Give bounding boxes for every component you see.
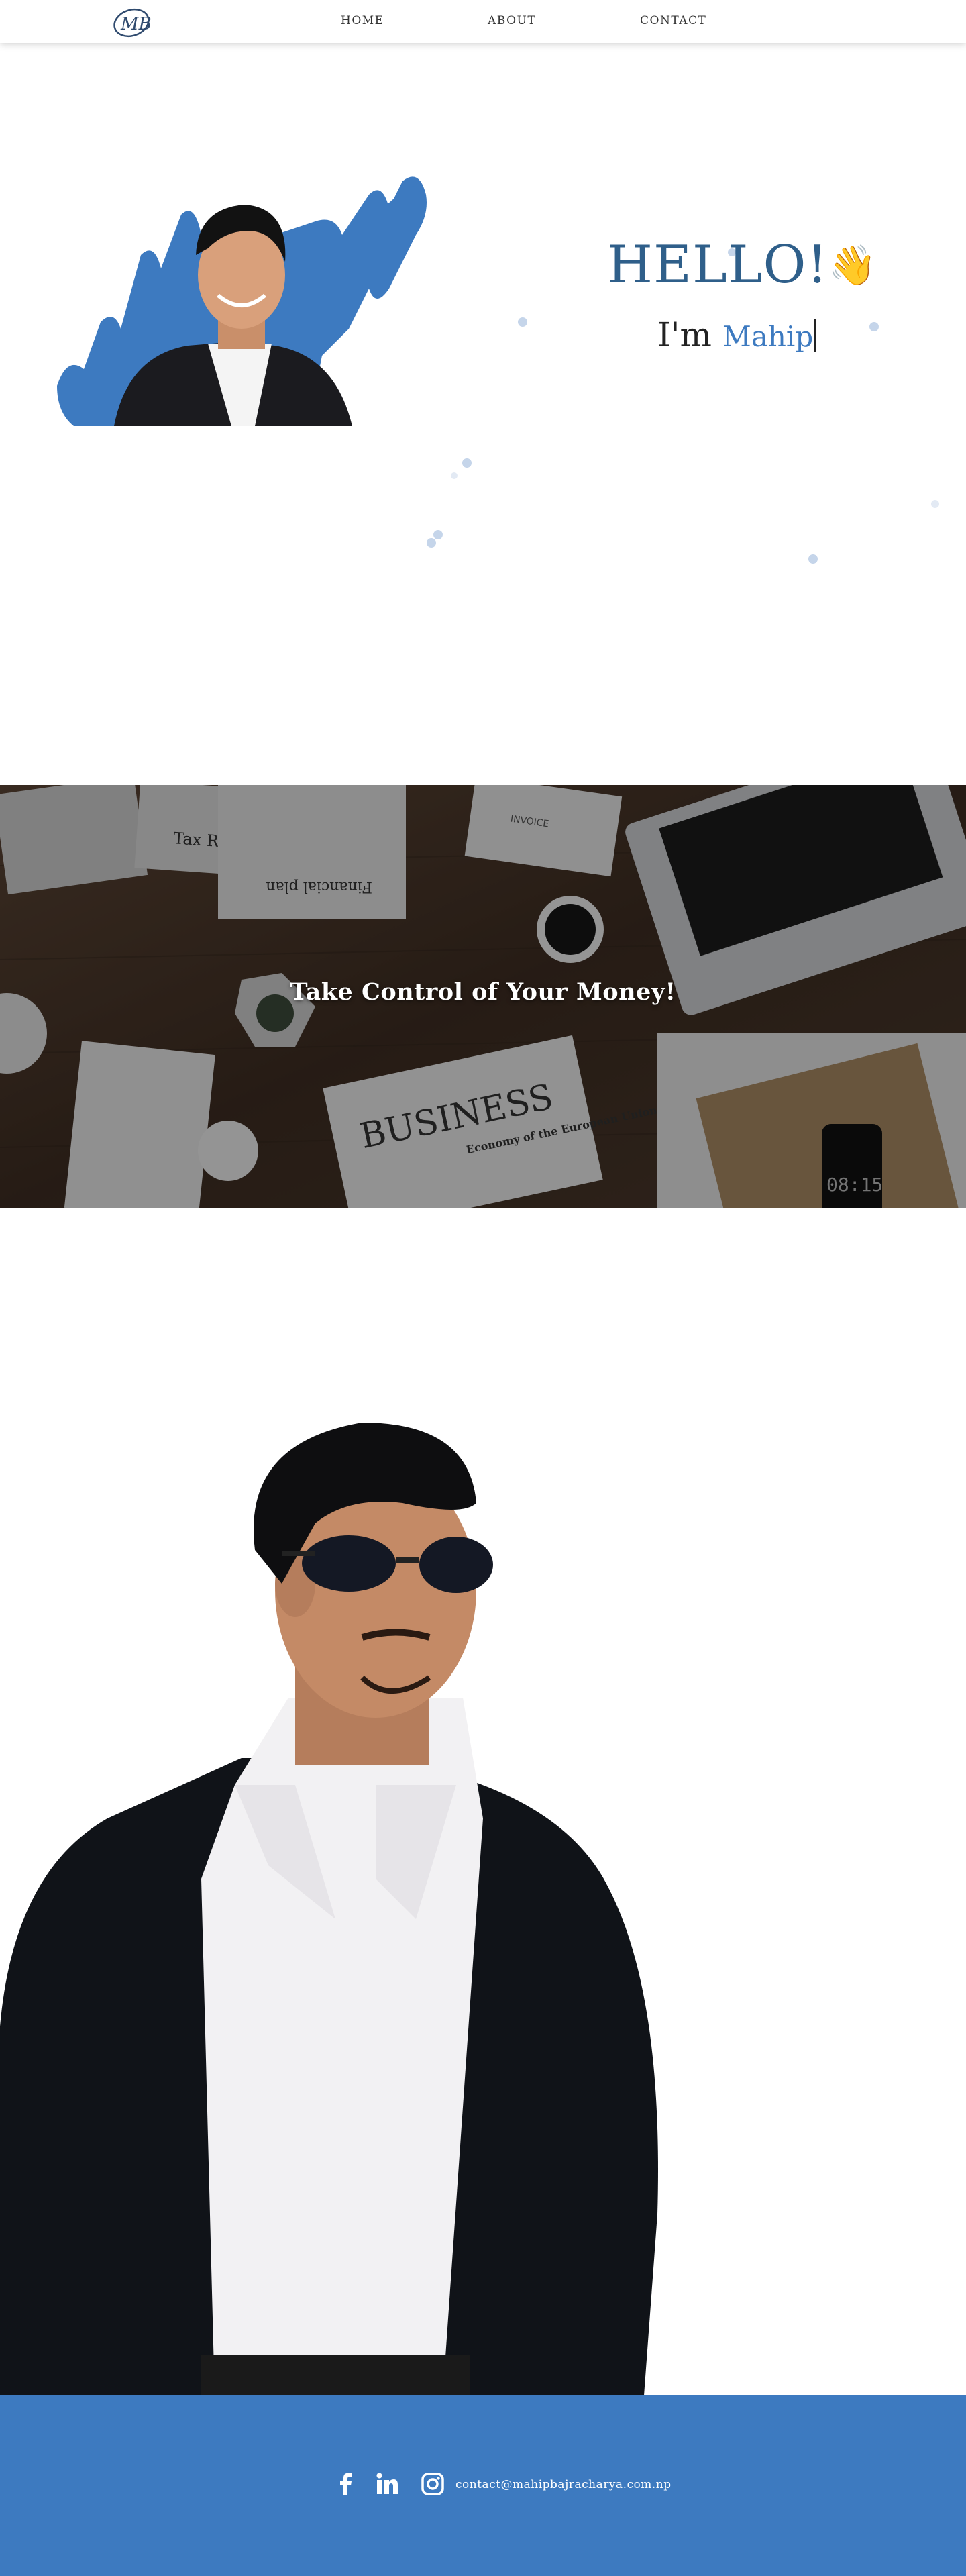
hello-text: HELLO!: [607, 235, 828, 295]
instagram-icon[interactable]: [421, 2472, 445, 2496]
nav-about-link[interactable]: ABOUT: [488, 14, 536, 28]
particle-dot: [433, 530, 443, 539]
nav-contact-link[interactable]: CONTACT: [640, 14, 706, 28]
full-portrait-photo: [0, 1423, 658, 2395]
particle-dot: [451, 472, 458, 479]
waving-hand-icon: 👋: [828, 242, 878, 288]
intro-line: I'm Mahip: [657, 315, 817, 354]
linkedin-icon[interactable]: [375, 2472, 399, 2496]
particle-dot: [808, 554, 818, 564]
typing-cursor: [814, 319, 817, 352]
mb-logo[interactable]: MB: [111, 5, 154, 38]
hello-heading: HELLO!👋: [607, 239, 877, 291]
particle-dot: [462, 458, 472, 468]
contact-email-link[interactable]: contact@mahipbajracharya.com.np: [455, 2478, 672, 2491]
facebook-icon[interactable]: [334, 2472, 358, 2496]
typed-name: Mahip: [722, 320, 814, 353]
particle-dot: [869, 322, 879, 331]
banner-title: Take Control of Your Money!: [290, 978, 676, 1006]
top-navbar: MB HOME ABOUT CONTACT: [0, 0, 966, 43]
nav-home-link[interactable]: HOME: [341, 14, 384, 28]
particle-dot: [931, 500, 939, 508]
particle-dot: [518, 317, 527, 327]
particle-dot: [427, 538, 436, 548]
logo-text: MB: [120, 14, 152, 34]
intro-prefix: I'm: [657, 315, 712, 354]
profile-photo: [57, 176, 427, 426]
